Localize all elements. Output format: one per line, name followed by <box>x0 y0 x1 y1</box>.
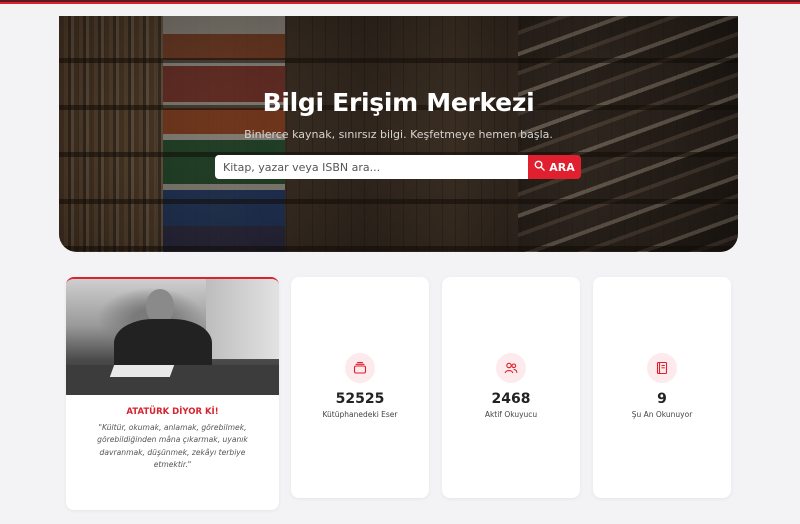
quote-card: ATATÜRK DİYOR Kİ! "Kültür, okumak, anlam… <box>66 277 279 510</box>
hero-subtitle: Binlerce kaynak, sınırsız bilgi. Keşfetm… <box>244 128 553 141</box>
stat-label: Aktif Okuyucu <box>484 410 538 419</box>
stat-label: Şu An Okunuyor <box>631 410 693 419</box>
search-button[interactable]: ARA <box>528 155 581 179</box>
open-book-icon <box>647 353 677 383</box>
users-icon <box>496 353 526 383</box>
top-accent-bar <box>0 0 800 4</box>
search-input[interactable] <box>215 155 528 179</box>
stat-value: 2468 <box>491 391 531 407</box>
stat-value: 52525 <box>335 391 385 407</box>
stat-value: 9 <box>657 391 667 407</box>
quote-heading: ATATÜRK DİYOR Kİ! <box>126 407 219 417</box>
stat-card-reading-now: 9 Şu An Okunuyor <box>593 277 731 498</box>
stat-card-active-readers: 2468 Aktif Okuyucu <box>442 277 580 498</box>
search-form: ARA <box>215 155 581 179</box>
search-button-label: ARA <box>549 160 575 174</box>
hero-banner: Bilgi Erişim Merkezi Binlerce kaynak, sı… <box>59 16 738 252</box>
stat-label: Kütüphanedeki Eser <box>322 410 398 419</box>
book-stack-icon <box>345 353 375 383</box>
search-icon <box>534 160 546 174</box>
hero-title: Bilgi Erişim Merkezi <box>262 88 535 117</box>
ataturk-photo <box>66 279 279 395</box>
stat-card-total-books: 52525 Kütüphanedeki Eser <box>291 277 429 498</box>
quote-text: "Kültür, okumak, anlamak, görebilmek, gö… <box>97 423 248 470</box>
